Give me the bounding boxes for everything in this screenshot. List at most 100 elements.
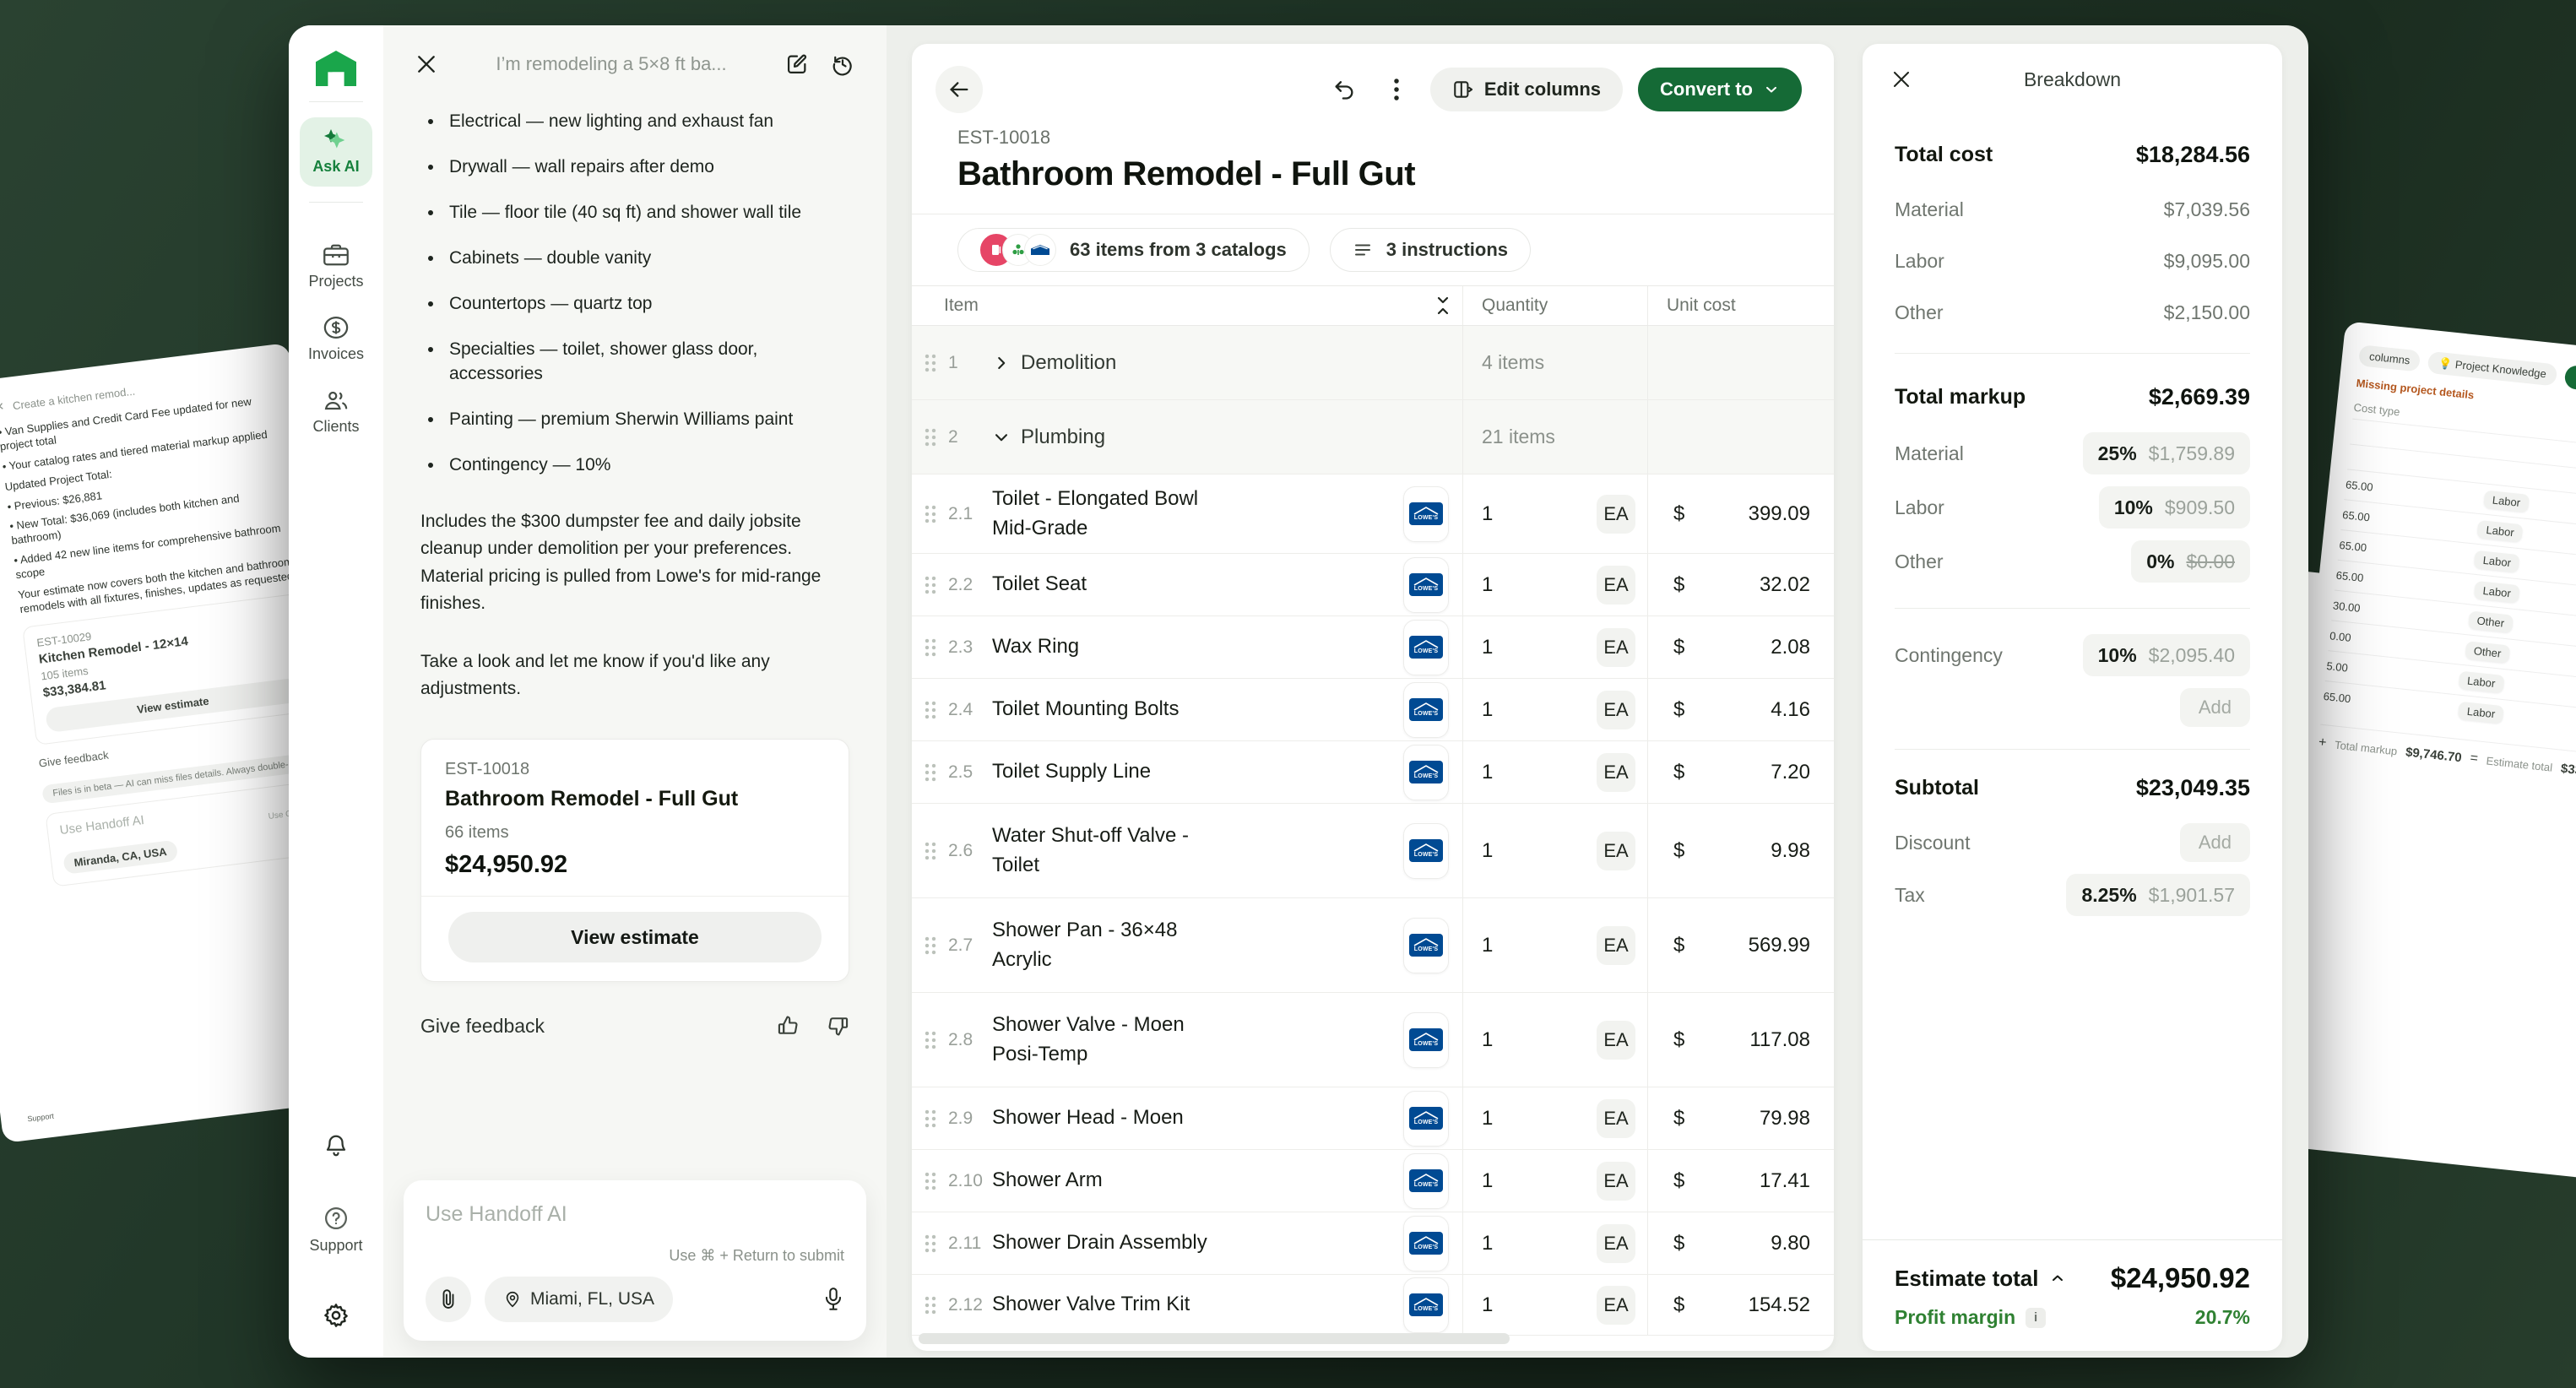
item-name[interactable]: Shower Pan - 36×48 Acrylic [992,916,1177,975]
drag-handle-icon[interactable] [924,1295,936,1315]
unit-chip[interactable]: EA [1597,566,1635,605]
sidebar-item-clients[interactable]: Clients [312,388,359,436]
item-name[interactable]: Shower Head - Moen [992,1103,1184,1133]
unit-chip[interactable]: EA [1597,926,1635,965]
horizontal-scrollbar[interactable] [919,1333,1510,1344]
group-row[interactable]: 2Plumbing21 items [912,400,1834,474]
unit-chip[interactable]: EA [1597,1099,1635,1138]
convert-to-button[interactable]: Convert to [1638,68,1802,111]
table-row[interactable]: 2.7Shower Pan - 36×48 AcrylicLOWE'S1EA$5… [912,898,1834,993]
sidebar-item-support[interactable]: Support [309,1206,362,1255]
add-discount-button[interactable]: Add [2180,823,2250,862]
markup-labor-chip[interactable]: 10% $909.50 [2099,486,2250,529]
unit-cost-value[interactable]: 569.99 [1749,934,1834,957]
unit-cost-value[interactable]: 32.02 [1760,573,1834,597]
view-estimate-button[interactable]: View estimate [448,912,822,962]
quantity-value[interactable]: 1 [1463,1107,1493,1130]
item-name[interactable]: Water Shut-off Valve - Toilet [992,821,1189,881]
unit-cost-value[interactable]: 4.16 [1771,698,1834,722]
item-name[interactable]: Toilet Seat [992,570,1087,599]
drag-handle-icon[interactable] [924,1233,936,1253]
undo-button[interactable] [1326,71,1363,108]
table-row[interactable]: 2.11Shower Drain AssemblyLOWE'S1EA$9.80 [912,1212,1834,1275]
chevron-down-icon[interactable] [992,428,1021,447]
quantity-value[interactable]: 1 [1463,573,1493,597]
quantity-value[interactable]: 1 [1463,934,1493,957]
drag-handle-icon[interactable] [924,504,936,523]
unit-chip[interactable]: EA [1597,691,1635,729]
item-name[interactable]: Toilet - Elongated Bowl Mid-Grade [992,485,1198,544]
quantity-value[interactable]: 1 [1463,1169,1493,1193]
location-chip[interactable]: Miami, FL, USA [485,1277,673,1322]
new-chat-icon[interactable] [785,52,809,76]
add-fee-button[interactable]: Add [2180,688,2250,727]
notifications-button[interactable] [323,1133,349,1158]
estimate-total-toggle[interactable]: Estimate total [1895,1266,2066,1292]
unit-chip[interactable]: EA [1597,1021,1635,1060]
unit-chip[interactable]: EA [1597,1162,1635,1201]
item-name[interactable]: Shower Valve Trim Kit [992,1290,1190,1320]
unit-chip[interactable]: EA [1597,1286,1635,1325]
item-name[interactable]: Toilet Mounting Bolts [992,695,1179,724]
table-row[interactable]: 2.12Shower Valve Trim KitLOWE'S1EA$154.5… [912,1275,1834,1336]
item-name[interactable]: Wax Ring [992,632,1079,662]
close-icon[interactable] [415,53,437,75]
drag-handle-icon[interactable] [924,762,936,782]
history-icon[interactable] [831,52,854,76]
unit-cost-value[interactable]: 117.08 [1749,1028,1834,1052]
table-row[interactable]: 2.9Shower Head - MoenLOWE'S1EA$79.98 [912,1087,1834,1150]
close-icon[interactable] [1891,69,1912,89]
drag-handle-icon[interactable] [924,575,936,594]
quantity-value[interactable]: 1 [1463,636,1493,659]
table-row[interactable]: 2.6Water Shut-off Valve - ToiletLOWE'S1E… [912,804,1834,898]
unit-chip[interactable]: EA [1597,1224,1635,1263]
contingency-chip[interactable]: 10% $2,095.40 [2083,634,2250,676]
more-options-button[interactable] [1378,71,1415,108]
markup-material-chip[interactable]: 25% $1,759.89 [2083,432,2250,474]
item-name[interactable]: Shower Drain Assembly [992,1228,1207,1258]
table-row[interactable]: 2.10Shower ArmLOWE'S1EA$17.41 [912,1150,1834,1212]
quantity-value[interactable]: 1 [1463,1232,1493,1255]
group-row[interactable]: 1Demolition4 items [912,326,1834,400]
unit-cost-value[interactable]: 9.98 [1771,839,1834,863]
chat-thread-title[interactable]: I’m remodeling a 5×8 ft ba... [459,53,763,75]
unit-cost-value[interactable]: 7.20 [1771,761,1834,784]
back-button[interactable] [935,66,983,113]
catalogs-chip[interactable]: 63 items from 3 catalogs [957,228,1310,272]
sidebar-item-ask-ai[interactable]: Ask AI [300,117,372,187]
quantity-value[interactable]: 1 [1463,839,1493,863]
drag-handle-icon[interactable] [924,1109,936,1128]
drag-handle-icon[interactable] [924,841,936,860]
table-row[interactable]: 2.2Toilet SeatLOWE'S1EA$32.02 [912,554,1834,616]
quantity-value[interactable]: 1 [1463,502,1493,526]
tax-chip[interactable]: 8.25% $1,901.57 [2066,874,2250,916]
thumbs-down-icon[interactable] [826,1014,849,1038]
unit-chip[interactable]: EA [1597,628,1635,667]
table-row[interactable]: 2.8Shower Valve - Moen Posi-TempLOWE'S1E… [912,993,1834,1087]
chat-input[interactable]: Use Handoff AI [426,1202,844,1227]
table-row[interactable]: 2.3Wax RingLOWE'S1EA$2.08 [912,616,1834,679]
settings-button[interactable] [323,1302,350,1329]
unit-cost-value[interactable]: 399.09 [1749,502,1834,526]
item-name[interactable]: Toilet Supply Line [992,757,1151,787]
quantity-value[interactable]: 1 [1463,1028,1493,1052]
item-name[interactable]: Shower Arm [992,1166,1103,1196]
drag-handle-icon[interactable] [924,637,936,657]
drag-handle-icon[interactable] [924,1030,936,1049]
unit-cost-value[interactable]: 2.08 [1771,636,1834,659]
mic-icon[interactable] [822,1287,844,1312]
drag-handle-icon[interactable] [924,427,936,447]
table-row[interactable]: 2.4Toilet Mounting BoltsLOWE'S1EA$4.16 [912,679,1834,741]
unit-cost-value[interactable]: 79.98 [1760,1107,1834,1130]
drag-handle-icon[interactable] [924,935,936,955]
edit-columns-button[interactable]: Edit columns [1430,68,1623,111]
quantity-value[interactable]: 1 [1463,761,1493,784]
quantity-value[interactable]: 1 [1463,698,1493,722]
sidebar-item-projects[interactable]: Projects [308,243,363,290]
info-icon[interactable]: i [2026,1308,2046,1328]
item-name[interactable]: Shower Valve - Moen Posi-Temp [992,1011,1185,1070]
attach-button[interactable] [426,1277,471,1322]
table-row[interactable]: 2.1Toilet - Elongated Bowl Mid-GradeLOWE… [912,474,1834,554]
thumbs-up-icon[interactable] [777,1014,800,1038]
markup-other-chip[interactable]: 0% $0.00 [2131,540,2250,583]
